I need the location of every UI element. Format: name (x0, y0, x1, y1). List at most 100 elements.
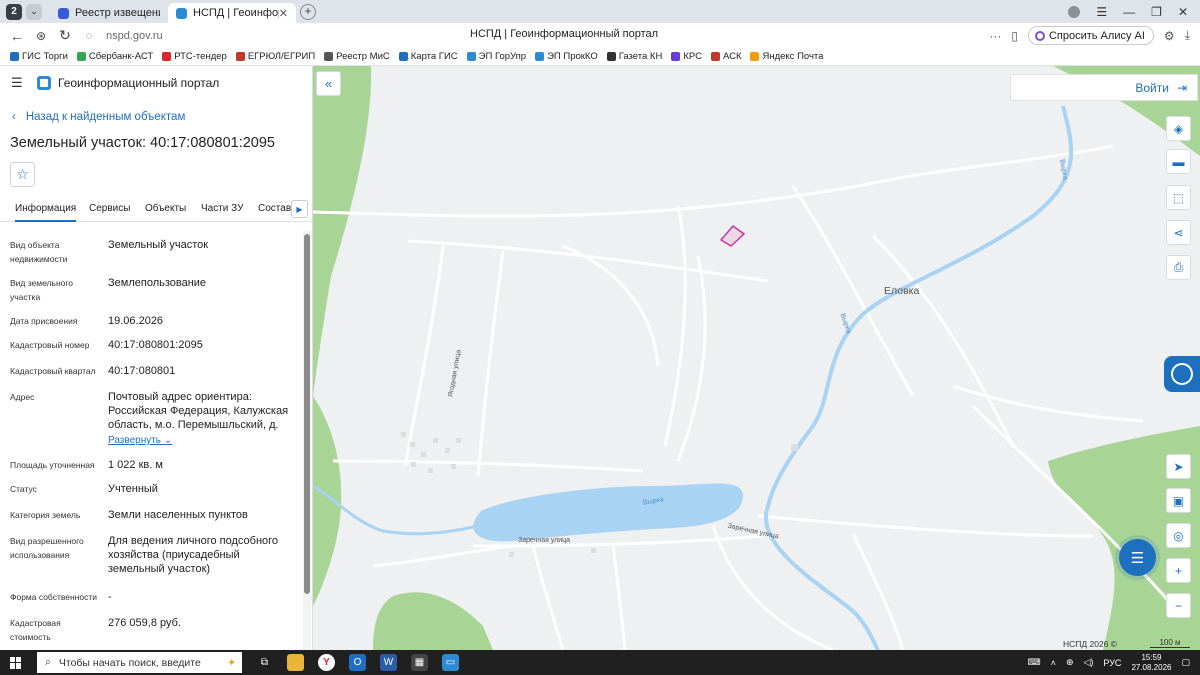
task-view-icon[interactable]: ⧉ (256, 654, 273, 671)
attribute-label: Категория земель (10, 510, 81, 520)
extensions-icon[interactable]: ⚙ (1164, 29, 1175, 43)
clock-time: 15:59 (1141, 652, 1162, 662)
bookmark-item[interactable]: ГИС Торги (10, 51, 68, 62)
shield-favicon-icon (58, 7, 69, 19)
widget-icon (1171, 363, 1193, 385)
downloads-icon[interactable]: ⤓ (1185, 28, 1190, 43)
attribute-value: 276 059,8 руб. (108, 617, 181, 629)
share-button[interactable]: ⋖ (1166, 220, 1191, 245)
bookmark-item[interactable]: РТС-тендер (162, 51, 227, 62)
file-explorer-icon[interactable] (287, 654, 304, 671)
locate-button[interactable]: ➤ (1166, 454, 1191, 479)
taskbar-search-box[interactable]: ⌕ Чтобы начать поиск, введите ✦ (37, 652, 242, 673)
restore-icon[interactable]: ❐ (1151, 5, 1162, 19)
system-tray: ⌨ ˄ ⊕ ◁) РУС 15:59 27.08.2026 ▢ (1028, 653, 1200, 673)
menu-icon[interactable]: ☰ (1096, 5, 1107, 19)
collapse-panel-button[interactable]: « (316, 71, 341, 96)
measure-button[interactable]: ▬ (1166, 149, 1191, 174)
network-icon[interactable]: ⊕ (1066, 657, 1074, 668)
map-view[interactable]: Еловка Вырка Вырка Вырка Ягодная улица З… (313, 66, 1200, 650)
tab-label: Реестр извещений (75, 7, 160, 19)
tab-objects[interactable]: Объекты (145, 203, 186, 214)
layers-button[interactable]: ◈ (1166, 116, 1191, 141)
minimize-icon[interactable]: — (1123, 5, 1135, 19)
attribute-value: 1 022 кв. м (108, 459, 163, 471)
yandex-browser-icon[interactable]: Y (318, 654, 335, 671)
tab-services[interactable]: Сервисы (89, 203, 130, 214)
language-indicator[interactable]: РУС (1103, 658, 1121, 668)
bookmark-item[interactable]: Реестр МиС (324, 51, 390, 62)
alice-button[interactable]: Спросить Алису AI (1027, 26, 1154, 45)
double-chevron-left-icon: « (324, 76, 333, 91)
bookmark-item[interactable]: ЭП ГорУпр (466, 51, 527, 62)
select-area-button[interactable]: ⬚ (1166, 185, 1191, 210)
word-icon[interactable]: W (380, 654, 397, 671)
basemap-icon: ▣ (1172, 493, 1185, 508)
bookmark-item[interactable]: ЕГРЮЛ/ЕГРИП (235, 51, 316, 62)
volume-icon[interactable]: ◁) (1083, 657, 1093, 668)
browser-tab-registry[interactable]: Реестр извещений (50, 3, 168, 23)
forest-area (313, 396, 342, 606)
close-icon[interactable]: ✕ (279, 7, 288, 20)
location-pin-button[interactable]: ◎ (1166, 523, 1191, 548)
side-widget-button[interactable] (1164, 356, 1200, 392)
windows-start-icon[interactable] (10, 656, 22, 669)
basemap-button[interactable]: ▣ (1166, 488, 1191, 513)
bookmark-item[interactable]: Сбербанк-АСТ (76, 51, 153, 62)
plus-icon: + (1174, 563, 1182, 578)
zoom-in-button[interactable]: + (1166, 558, 1191, 583)
clock[interactable]: 15:59 27.08.2026 (1131, 653, 1171, 673)
expand-address-link[interactable]: Развернуть ⌄ (108, 434, 298, 448)
bookmark-item[interactable]: Яндекс Почта (750, 51, 823, 62)
bookmark-label: ЭП ГорУпр (478, 51, 527, 62)
chevron-down-icon[interactable]: ⌄ (26, 3, 42, 20)
back-to-results-link[interactable]: ‹ Назад к найденным объектам (12, 111, 185, 123)
profile-avatar[interactable] (1068, 5, 1081, 18)
print-button[interactable]: ⎙ (1166, 255, 1191, 280)
new-tab-button[interactable]: + (300, 3, 316, 20)
url-field[interactable]: nspd.gov.ru (106, 30, 486, 42)
zoom-out-button[interactable]: − (1166, 593, 1191, 618)
bookmark-item[interactable]: Карта ГИС (398, 51, 458, 62)
search-placeholder: Чтобы начать поиск, введите (58, 656, 201, 669)
bookmark-favicon-icon (671, 52, 681, 61)
chat-assistant-button[interactable]: ☰ (1119, 539, 1156, 576)
reload-icon[interactable]: ↻ (58, 27, 72, 44)
bookmark-item[interactable]: АСК (710, 51, 741, 62)
panel-header: ☰ Геоинформационный портал (0, 66, 312, 100)
site-info-icon[interactable]: ◌ (82, 30, 96, 42)
bookmark-item[interactable]: ЭП ПрокКО (535, 51, 598, 62)
bookmark-item[interactable]: Газета КН (606, 51, 662, 62)
hamburger-menu-icon[interactable]: ☰ (11, 75, 23, 91)
outlook-icon[interactable]: O (349, 654, 366, 671)
app-window-icon[interactable]: ▭ (442, 654, 459, 671)
tab-composition[interactable]: Состав (258, 203, 291, 214)
tabs-scroll-right-button[interactable]: ▶ (291, 200, 308, 218)
notifications-icon[interactable]: ▢ (1181, 657, 1190, 668)
browser-tab-nspd[interactable]: НСПД | Геоинформацио ✕ (168, 3, 296, 23)
windows-taskbar: ⌕ Чтобы начать поиск, введите ✦ ⧉ Y O W … (0, 650, 1200, 675)
panel-scrollbar-thumb[interactable] (304, 234, 310, 594)
keyboard-icon[interactable]: ⌨ (1028, 657, 1041, 668)
bookmark-favicon-icon (10, 52, 19, 61)
bookmark-label: ЕГРЮЛ/ЕГРИП (247, 51, 316, 62)
map-attribution: НСПД 2026 © (1063, 639, 1118, 649)
yandex-icon[interactable]: ⊛ (34, 29, 48, 43)
map-scale: 100 м (1150, 638, 1190, 648)
clock-date: 27.08.2026 (1131, 662, 1172, 672)
close-window-icon[interactable]: ✕ (1178, 5, 1188, 19)
tab-counter[interactable]: 2 (6, 3, 22, 20)
attribute-label: Площадь уточненная (10, 460, 95, 470)
attribute-label: Кадастровый номер (10, 340, 90, 350)
back-arrow-icon[interactable]: ← (10, 28, 24, 44)
bookmark-item[interactable]: КРС (671, 51, 702, 62)
calculator-icon[interactable]: ▦ (411, 654, 428, 671)
chevron-up-icon[interactable]: ˄ (1051, 658, 1056, 668)
login-button[interactable]: Войти ⇥ (1010, 74, 1198, 101)
favorite-button[interactable]: ☆ (10, 162, 35, 187)
bookmark-icon[interactable]: ▯ (1011, 29, 1018, 43)
more-icon[interactable]: ··· (989, 29, 1001, 43)
tab-parts[interactable]: Части ЗУ (201, 203, 243, 214)
tab-info[interactable]: Информация (15, 203, 77, 222)
bookmark-label: Яндекс Почта (762, 51, 824, 62)
